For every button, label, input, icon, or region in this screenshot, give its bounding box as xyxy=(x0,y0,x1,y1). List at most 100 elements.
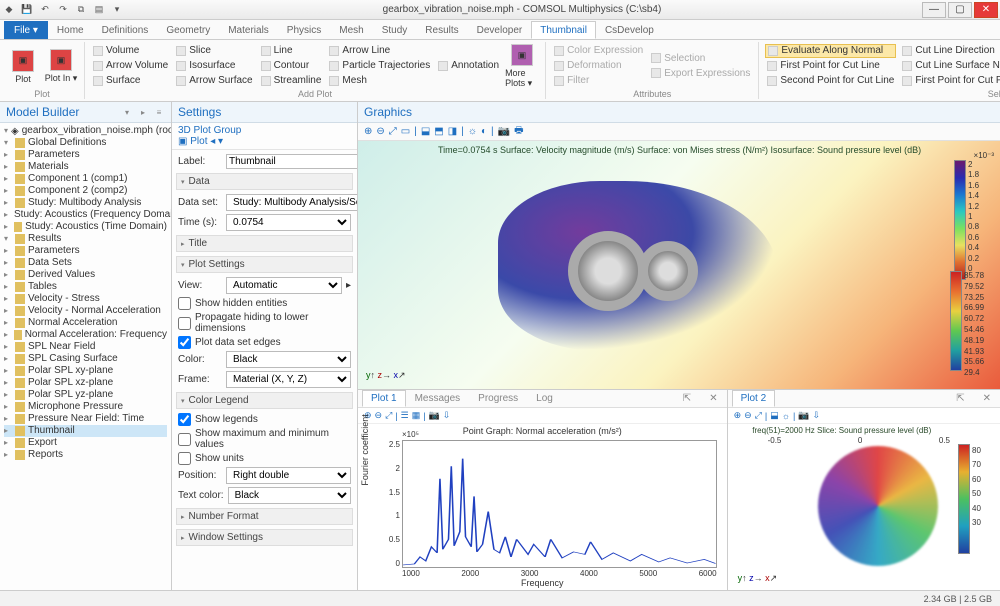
zoom-extents-icon[interactable]: ⤢ xyxy=(385,410,392,421)
undo-icon[interactable]: ↶ xyxy=(38,3,52,17)
paste-icon[interactable]: ▤ xyxy=(92,3,106,17)
model-tree[interactable]: ▾◈gearbox_vibration_noise.mph (root) ▾Gl… xyxy=(0,123,171,590)
tab-csdevelop[interactable]: CsDevelop xyxy=(596,21,663,39)
tree-node[interactable]: ▸Velocity - Stress xyxy=(4,293,167,305)
tab-home[interactable]: Home xyxy=(48,21,93,39)
tab-plot2[interactable]: Plot 2 xyxy=(732,390,776,407)
expand-icon[interactable]: ▸ xyxy=(137,106,149,118)
contour-button[interactable]: Contour xyxy=(259,59,324,73)
minmax-checkbox[interactable] xyxy=(178,433,191,446)
plot-run-button[interactable]: ▣ Plot ◂ ▾ xyxy=(178,136,223,147)
undock-icon[interactable]: ⇱ xyxy=(674,390,700,407)
tab-results[interactable]: Results xyxy=(416,21,467,39)
label-input[interactable] xyxy=(226,154,357,169)
time-select[interactable]: 0.0754 xyxy=(226,214,351,231)
section-window-settings[interactable]: ▸Window Settings xyxy=(176,529,353,546)
tree-node[interactable]: ▸Velocity - Normal Acceleration xyxy=(4,305,167,317)
tree-node[interactable]: ▸Derived Values xyxy=(4,269,167,281)
tree-node[interactable]: ▸Study: Acoustics (Frequency Domain) xyxy=(4,209,167,221)
section-color-legend[interactable]: ▾Color Legend xyxy=(176,392,353,409)
cutline-surfnormal-button[interactable]: Cut Line Surface Normal xyxy=(900,59,1000,73)
streamline-button[interactable]: Streamline xyxy=(259,74,324,88)
zoom-extents-icon[interactable]: ⤢ xyxy=(389,126,397,137)
tree-node[interactable]: ▸Reports xyxy=(4,449,167,461)
export-icon[interactable]: ⇩ xyxy=(443,410,451,421)
second-pt-cutline-button[interactable]: Second Point for Cut Line xyxy=(765,74,896,88)
dataset-select[interactable]: Study: Multibody Analysis/Solution xyxy=(226,194,357,211)
tab-messages[interactable]: Messages xyxy=(406,390,470,407)
tree-node[interactable]: ▸Component 2 (comp2) xyxy=(4,185,167,197)
plot2-body[interactable]: freq(51)=2000 Hz Slice: Sound pressure l… xyxy=(728,424,1000,590)
section-plot-settings[interactable]: ▾Plot Settings xyxy=(176,256,353,273)
redo-icon[interactable]: ↷ xyxy=(56,3,70,17)
zoom-out-icon[interactable]: ⊖ xyxy=(744,410,752,421)
tab-thumbnail[interactable]: Thumbnail xyxy=(531,21,596,39)
line-button[interactable]: Line xyxy=(259,44,324,58)
tree-node[interactable]: ▾Results xyxy=(4,233,167,245)
plot1-body[interactable]: Point Graph: Normal acceleration (m/s²) … xyxy=(358,424,727,590)
zoom-out-icon[interactable]: ⊖ xyxy=(375,410,383,421)
zoom-in-icon[interactable]: ⊕ xyxy=(734,410,742,421)
units-checkbox[interactable] xyxy=(178,452,191,465)
light-icon[interactable]: ☼ xyxy=(782,411,790,421)
view-xy-icon[interactable]: ⬓ xyxy=(421,126,430,137)
tree-node[interactable]: ▸Component 1 (comp1) xyxy=(4,173,167,185)
cutline-dir-button[interactable]: Cut Line Direction xyxy=(900,44,1000,58)
propagate-checkbox[interactable] xyxy=(178,317,191,330)
tab-physics[interactable]: Physics xyxy=(278,21,330,39)
section-number-format[interactable]: ▸Number Format xyxy=(176,508,353,525)
copy-icon[interactable]: ⧉ xyxy=(74,3,88,17)
tree-node[interactable]: ▸Materials xyxy=(4,161,167,173)
print-icon[interactable]: 🖶 xyxy=(514,123,523,140)
view-xy-icon[interactable]: ⬓ xyxy=(770,410,779,421)
arrow-surface-button[interactable]: Arrow Surface xyxy=(174,74,254,88)
hidden-checkbox[interactable] xyxy=(178,297,191,310)
zoom-box-icon[interactable]: ▭ xyxy=(401,126,410,137)
view-go-icon[interactable]: ▸ xyxy=(346,280,351,291)
tab-mesh[interactable]: Mesh xyxy=(330,21,372,39)
plot-button[interactable]: ▣Plot xyxy=(6,42,40,89)
more-plots-button[interactable]: ▣More Plots ▾ xyxy=(505,42,539,89)
view-select[interactable]: Automatic xyxy=(226,277,342,294)
tab-log[interactable]: Log xyxy=(527,390,562,407)
tree-node[interactable]: ▸Export xyxy=(4,437,167,449)
close-panel-icon[interactable]: ✕ xyxy=(700,390,726,407)
tree-node[interactable]: ▸Study: Acoustics (Time Domain) xyxy=(4,221,167,233)
textcolor-select[interactable]: Black xyxy=(228,487,351,504)
tab-materials[interactable]: Materials xyxy=(219,21,278,39)
tree-opts-icon[interactable]: ≡ xyxy=(153,106,165,118)
transparency-icon[interactable]: ◐ xyxy=(481,126,487,137)
maximize-button[interactable]: ▢ xyxy=(948,2,972,18)
color-select[interactable]: Black xyxy=(226,351,351,368)
tree-node[interactable]: ▸Polar SPL yz-plane xyxy=(4,389,167,401)
tab-plot1[interactable]: Plot 1 xyxy=(362,390,406,407)
arrow-volume-button[interactable]: Arrow Volume xyxy=(91,59,170,73)
view-xz-icon[interactable]: ⬒ xyxy=(434,126,443,137)
particle-traj-button[interactable]: Particle Trajectories xyxy=(327,59,432,73)
mesh-button[interactable]: Mesh xyxy=(327,74,432,88)
close-button[interactable]: ✕ xyxy=(974,2,998,18)
zoom-extents-icon[interactable]: ⤢ xyxy=(755,410,762,421)
section-data[interactable]: ▾Data xyxy=(176,173,353,190)
screenshot-icon[interactable]: 📷 xyxy=(498,126,510,137)
plot-in-button[interactable]: ▣Plot In ▾ xyxy=(44,42,78,89)
dropdown-icon[interactable]: ▾ xyxy=(110,3,124,17)
zoom-out-icon[interactable]: ⊖ xyxy=(376,126,384,137)
tree-node[interactable]: ▸SPL Casing Surface xyxy=(4,353,167,365)
screenshot-icon[interactable]: 📷 xyxy=(798,410,809,421)
tree-node[interactable]: ▸Study: Multibody Analysis xyxy=(4,197,167,209)
tree-node[interactable]: ▸Normal Acceleration xyxy=(4,317,167,329)
eval-along-normal-button[interactable]: Evaluate Along Normal xyxy=(765,44,896,58)
minimize-button[interactable]: — xyxy=(922,2,946,18)
undock-icon[interactable]: ⇱ xyxy=(947,390,973,407)
tab-geometry[interactable]: Geometry xyxy=(157,21,219,39)
volume-button[interactable]: Volume xyxy=(91,44,170,58)
tree-node[interactable]: ▸Parameters xyxy=(4,149,167,161)
slice-button[interactable]: Slice xyxy=(174,44,254,58)
close-panel-icon[interactable]: ✕ xyxy=(974,390,1000,407)
zoom-in-icon[interactable]: ⊕ xyxy=(364,126,372,137)
save-icon[interactable]: 💾 xyxy=(20,3,34,17)
section-title[interactable]: ▸Title xyxy=(176,235,353,252)
position-select[interactable]: Right double xyxy=(226,467,351,484)
collapse-icon[interactable]: ▾ xyxy=(121,106,133,118)
